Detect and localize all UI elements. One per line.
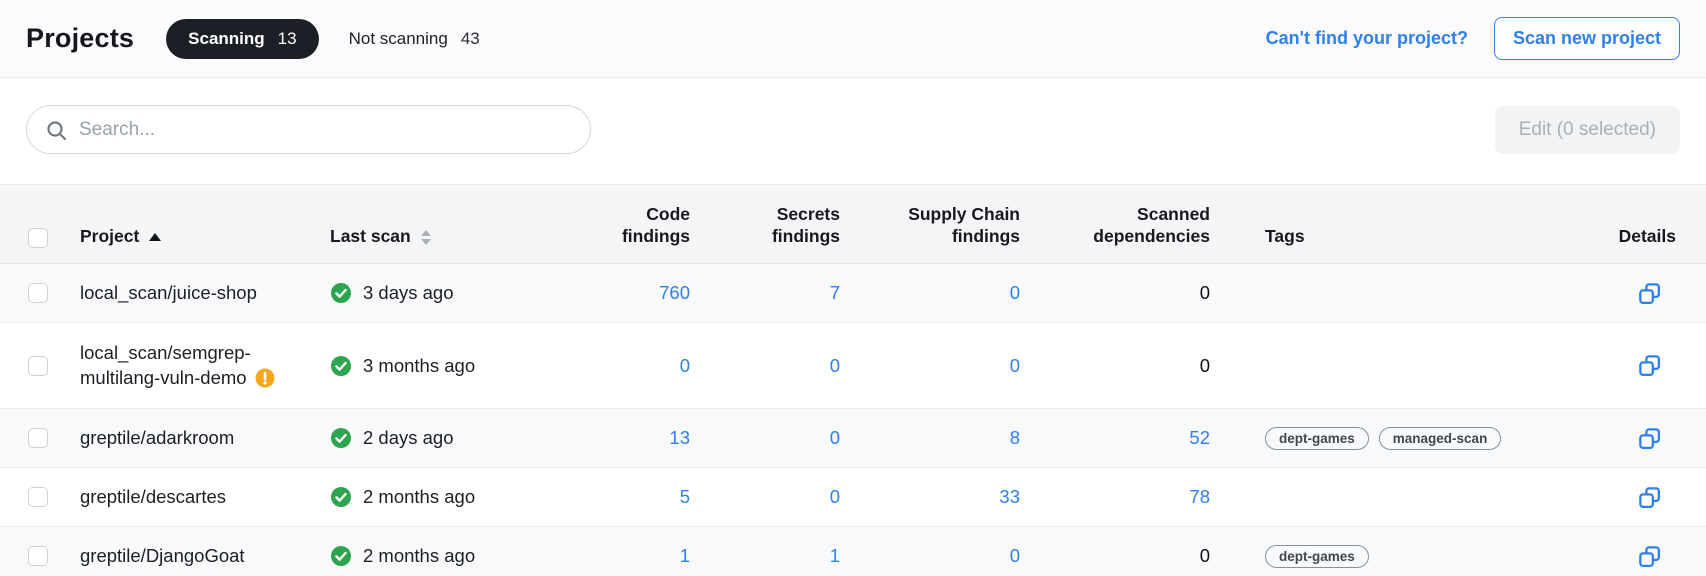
tab-scanning[interactable]: Scanning 13: [166, 19, 318, 59]
tag-badge: managed-scan: [1379, 427, 1502, 450]
scan-success-icon: [330, 282, 352, 304]
projects-page: Projects Scanning 13 Not scanning 43 Can…: [0, 0, 1706, 576]
supply-chain-findings-link[interactable]: 8: [1010, 427, 1020, 449]
details-button[interactable]: [1637, 426, 1662, 451]
details-copy-icon: [1637, 426, 1662, 451]
details-copy-icon: [1637, 353, 1662, 378]
code-findings-link[interactable]: 5: [680, 486, 690, 508]
details-button[interactable]: [1637, 544, 1662, 569]
last-scan-time: 2 days ago: [363, 427, 454, 449]
scanned-dependencies-value: 0: [1200, 545, 1210, 566]
table-row: greptile/descartes 2 months ago 5 0 33 7…: [0, 468, 1706, 527]
last-scan-cell: 3 months ago: [330, 355, 570, 377]
scan-success-icon: [330, 545, 352, 567]
sortable-icon: [421, 230, 431, 245]
details-button[interactable]: [1637, 353, 1662, 378]
column-header-last-scan[interactable]: Last scan: [330, 226, 570, 248]
search-icon: [45, 119, 67, 141]
tab-scanning-label: Scanning: [188, 29, 265, 49]
scanned-dependencies-value: 0: [1200, 355, 1210, 376]
column-header-secrets-findings[interactable]: Secrets findings: [690, 204, 840, 248]
column-header-details: Details: [1510, 226, 1706, 248]
tab-scanning-count: 13: [278, 29, 297, 49]
scan-success-icon: [330, 355, 352, 377]
row-checkbox[interactable]: [28, 428, 48, 448]
tags-cell: dept-games: [1210, 545, 1510, 568]
row-checkbox[interactable]: [28, 487, 48, 507]
scanned-dependencies-link[interactable]: 52: [1189, 427, 1210, 449]
page-header: Projects Scanning 13 Not scanning 43 Can…: [0, 0, 1706, 78]
tag-badge: dept-games: [1265, 545, 1369, 568]
supply-chain-findings-link[interactable]: 0: [1010, 355, 1020, 377]
sort-ascending-icon: [149, 233, 161, 241]
last-scan-cell: 2 months ago: [330, 486, 570, 508]
last-scan-time: 2 months ago: [363, 486, 475, 508]
scanned-dependencies-value: 0: [1200, 282, 1210, 303]
toolbar: Edit (0 selected): [0, 78, 1706, 184]
last-scan-cell: 2 months ago: [330, 545, 570, 567]
table-row: greptile/DjangoGoat 2 months ago 1 1 0 0…: [0, 527, 1706, 576]
select-all-checkbox[interactable]: [28, 228, 48, 248]
last-scan-cell: 2 days ago: [330, 427, 570, 449]
supply-chain-findings-link[interactable]: 0: [1010, 282, 1020, 304]
project-name[interactable]: greptile/descartes: [80, 477, 330, 518]
row-checkbox[interactable]: [28, 546, 48, 566]
search-input[interactable]: [79, 119, 574, 141]
last-scan-time: 3 days ago: [363, 282, 454, 304]
edit-selected-button[interactable]: Edit (0 selected): [1495, 106, 1680, 154]
column-header-scanned-dependencies[interactable]: Scanned dependencies: [1020, 204, 1210, 248]
column-header-project[interactable]: Project: [80, 226, 330, 248]
secrets-findings-link[interactable]: 7: [830, 282, 840, 304]
tab-not-scanning-label: Not scanning: [349, 29, 448, 49]
project-name[interactable]: local_scan/juice-shop: [80, 273, 330, 314]
tag-badge: dept-games: [1265, 427, 1369, 450]
scanned-dependencies-link[interactable]: 78: [1189, 486, 1210, 508]
code-findings-link[interactable]: 760: [659, 282, 690, 304]
project-name[interactable]: local_scan/semgrep- multilang-vuln-demo: [80, 333, 330, 399]
header-actions: Can't find your project? Scan new projec…: [1266, 17, 1680, 60]
row-checkbox[interactable]: [28, 283, 48, 303]
details-button[interactable]: [1637, 281, 1662, 306]
secrets-findings-link[interactable]: 0: [830, 427, 840, 449]
details-copy-icon: [1637, 281, 1662, 306]
search-box[interactable]: [26, 105, 591, 154]
cant-find-project-link[interactable]: Can't find your project?: [1266, 28, 1468, 49]
code-findings-link[interactable]: 0: [680, 355, 690, 377]
column-header-tags: Tags: [1210, 226, 1510, 248]
tab-not-scanning[interactable]: Not scanning 43: [349, 29, 480, 49]
details-copy-icon: [1637, 485, 1662, 510]
secrets-findings-link[interactable]: 0: [830, 486, 840, 508]
details-copy-icon: [1637, 544, 1662, 569]
supply-chain-findings-link[interactable]: 33: [999, 486, 1020, 508]
scan-success-icon: [330, 427, 352, 449]
secrets-findings-link[interactable]: 0: [830, 355, 840, 377]
table-row: local_scan/juice-shop 3 days ago 760 7 0…: [0, 264, 1706, 323]
last-scan-time: 3 months ago: [363, 355, 475, 377]
warning-icon[interactable]: [255, 368, 275, 388]
table-header: Project Last scan Code findings Secrets …: [0, 184, 1706, 264]
tab-not-scanning-count: 43: [461, 29, 480, 49]
last-scan-cell: 3 days ago: [330, 282, 570, 304]
table-row: local_scan/semgrep- multilang-vuln-demo …: [0, 323, 1706, 409]
details-button[interactable]: [1637, 485, 1662, 510]
column-header-code-findings[interactable]: Code findings: [570, 204, 690, 248]
project-name[interactable]: greptile/DjangoGoat: [80, 536, 330, 576]
row-checkbox[interactable]: [28, 356, 48, 376]
code-findings-link[interactable]: 1: [680, 545, 690, 567]
scan-new-project-button[interactable]: Scan new project: [1494, 17, 1680, 60]
tags-cell: dept-games managed-scan: [1210, 427, 1510, 450]
secrets-findings-link[interactable]: 1: [830, 545, 840, 567]
project-name[interactable]: greptile/adarkroom: [80, 418, 330, 459]
code-findings-link[interactable]: 13: [669, 427, 690, 449]
last-scan-time: 2 months ago: [363, 545, 475, 567]
scan-success-icon: [330, 486, 352, 508]
table-row: greptile/adarkroom 2 days ago 13 0 8 52 …: [0, 409, 1706, 468]
supply-chain-findings-link[interactable]: 0: [1010, 545, 1020, 567]
column-header-supply-chain-findings[interactable]: Supply Chain findings: [840, 204, 1020, 248]
page-title: Projects: [26, 23, 134, 54]
